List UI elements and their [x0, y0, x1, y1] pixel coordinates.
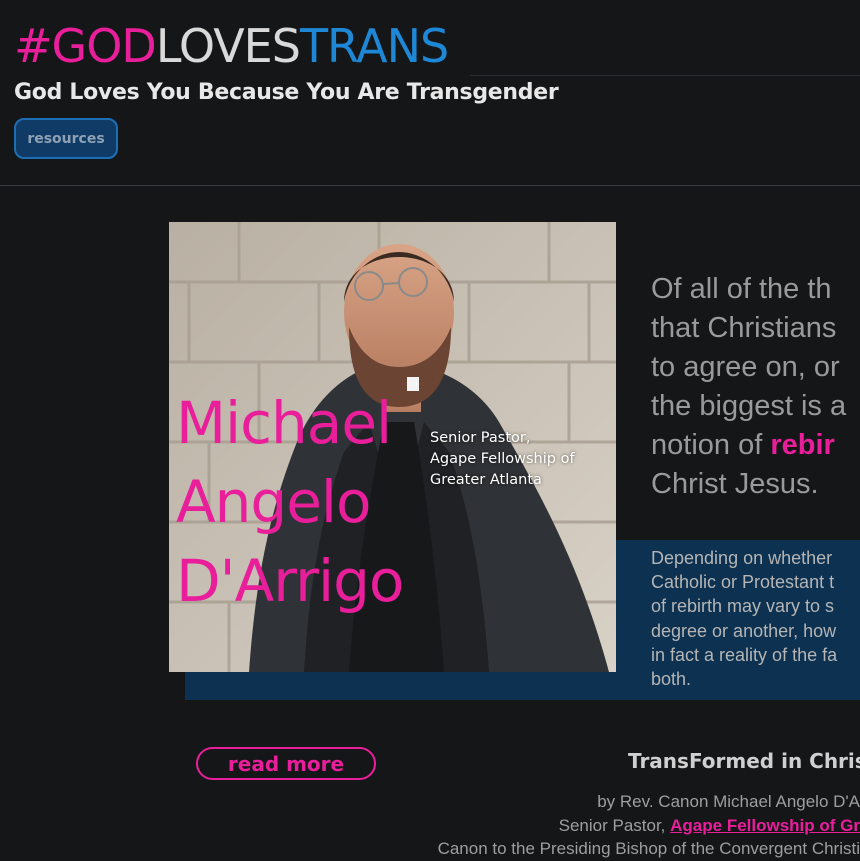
feature-paragraph: Depending on whether Catholic or Protest… [651, 546, 837, 691]
logo-part-god: #GOD [14, 19, 157, 73]
paragraph-line: Depending on whether [651, 548, 833, 568]
pastor-photo: Michael Angelo D'Arrigo Senior Pastor, A… [169, 222, 616, 672]
resources-button[interactable]: resources [14, 118, 118, 159]
paragraph-line: Catholic or Protestant t [651, 572, 835, 593]
byline-role: Senior Pastor, Agape Fellowship of Gr [260, 814, 860, 838]
quote-line: the biggest is a [651, 390, 847, 422]
byline-author: by Rev. Canon Michael Angelo D'A [597, 792, 860, 811]
pastor-title-line: Senior Pastor, [430, 430, 531, 446]
pastor-name: Michael Angelo D'Arrigo [176, 384, 404, 621]
site-logo[interactable]: #GODLOVESTRANS [14, 18, 449, 74]
paragraph-line: degree or another, how [651, 620, 837, 641]
logo-part-loves: LOVES [155, 19, 301, 73]
quote-line: to agree on, or [651, 351, 840, 383]
paragraph-line: in fact a reality of the fa [651, 644, 838, 665]
agape-fellowship-link[interactable]: Agape Fellowship of Gr [670, 816, 860, 835]
quote-line: that Christians [651, 312, 837, 344]
pastor-title-line: Agape Fellowship of [430, 451, 575, 467]
byline-role-2: Canon to the Presiding Bishop of the Con… [437, 839, 860, 858]
feature-quote: Of all of the th that Christians to agre… [651, 270, 846, 504]
pastor-name-line: Michael [176, 389, 392, 457]
pastor-name-line: D'Arrigo [176, 547, 404, 615]
site-tagline: God Loves You Because You Are Transgende… [14, 80, 559, 105]
read-more-button[interactable]: read more [196, 747, 376, 780]
pastor-title: Senior Pastor, Agape Fellowship of Great… [430, 428, 575, 491]
article-title: TransFormed in Chris [628, 749, 860, 773]
paragraph-line: of rebirth may vary to s [651, 596, 835, 617]
pastor-title-line: Greater Atlanta [430, 472, 542, 488]
quote-line-prefix: notion of [651, 429, 771, 461]
pastor-name-line: Angelo [176, 468, 372, 536]
quote-line: notion of rebir [651, 426, 846, 465]
byline-role-prefix: Senior Pastor, [558, 815, 671, 835]
quote-line: Christ Jesus. [651, 468, 819, 500]
header-divider [0, 185, 860, 186]
logo-part-trans: TRANS [299, 19, 449, 73]
paragraph-line: both. [651, 669, 692, 690]
quote-line: Of all of the th [651, 273, 832, 305]
header-divider-thin [470, 75, 860, 76]
quote-highlight: rebir [770, 429, 835, 461]
